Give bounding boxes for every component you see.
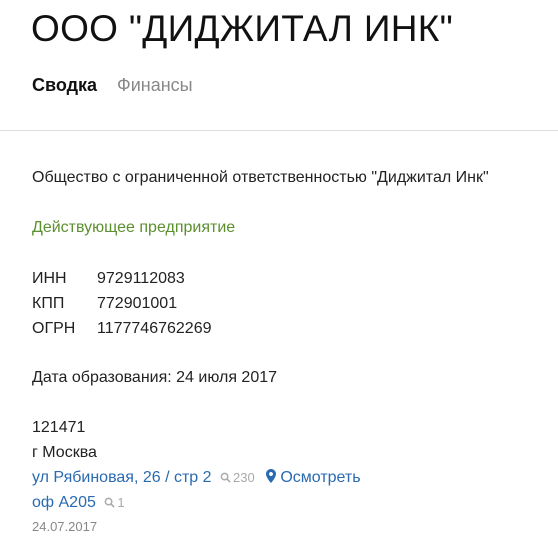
map-marker-icon — [266, 469, 277, 483]
street-line: ул Рябиновая, 26 / стр 2 230 Осмотреть — [32, 465, 489, 490]
office-line: оф А205 1 — [32, 490, 489, 515]
street-count-value: 230 — [233, 470, 255, 485]
address-date: 24.07.2017 — [32, 519, 98, 534]
inn-value: 9729112083 — [97, 270, 185, 287]
office-count-value: 1 — [117, 495, 125, 510]
inn-label: ИНН — [32, 270, 67, 287]
city: г Москва — [32, 444, 97, 461]
address-block: 121471 г Москва ул Рябиновая, 26 / стр 2… — [32, 415, 489, 537]
kpp-value: 772901001 — [97, 295, 178, 312]
status-text: Действующее предприятие — [32, 219, 236, 236]
tab-finance[interactable]: Финансы — [117, 74, 193, 96]
identifiers-block: ИНН 9729112083 КПП 772901001 ОГРН 117774… — [32, 266, 489, 341]
kpp-row: КПП 772901001 — [32, 291, 489, 316]
map-view-link[interactable]: Осмотреть — [266, 469, 361, 486]
tab-bar: Сводка Финансы — [32, 74, 193, 96]
summary-panel: Общество с ограниченной ответственностью… — [32, 166, 489, 537]
office-search-count[interactable]: 1 — [104, 495, 125, 510]
search-icon — [104, 497, 115, 508]
street-search-count[interactable]: 230 — [220, 470, 258, 485]
street-link[interactable]: ул Рябиновая, 26 / стр 2 — [32, 469, 212, 486]
tab-summary[interactable]: Сводка — [32, 74, 97, 96]
search-icon — [220, 472, 231, 483]
divider — [0, 130, 558, 131]
company-full-name: Общество с ограниченной ответственностью… — [32, 169, 489, 186]
kpp-label: КПП — [32, 295, 65, 312]
founded-date: Дата образования: 24 июля 2017 — [32, 369, 278, 386]
ogrn-row: ОГРН 1177746762269 — [32, 316, 489, 341]
inn-row: ИНН 9729112083 — [32, 266, 489, 291]
map-view-label: Осмотреть — [280, 469, 361, 486]
ogrn-label: ОГРН — [32, 320, 76, 337]
office-link[interactable]: оф А205 — [32, 494, 96, 511]
ogrn-value: 1177746762269 — [97, 320, 212, 337]
postcode: 121471 — [32, 419, 86, 436]
page-title: ООО "ДИДЖИТАЛ ИНК" — [31, 8, 454, 49]
